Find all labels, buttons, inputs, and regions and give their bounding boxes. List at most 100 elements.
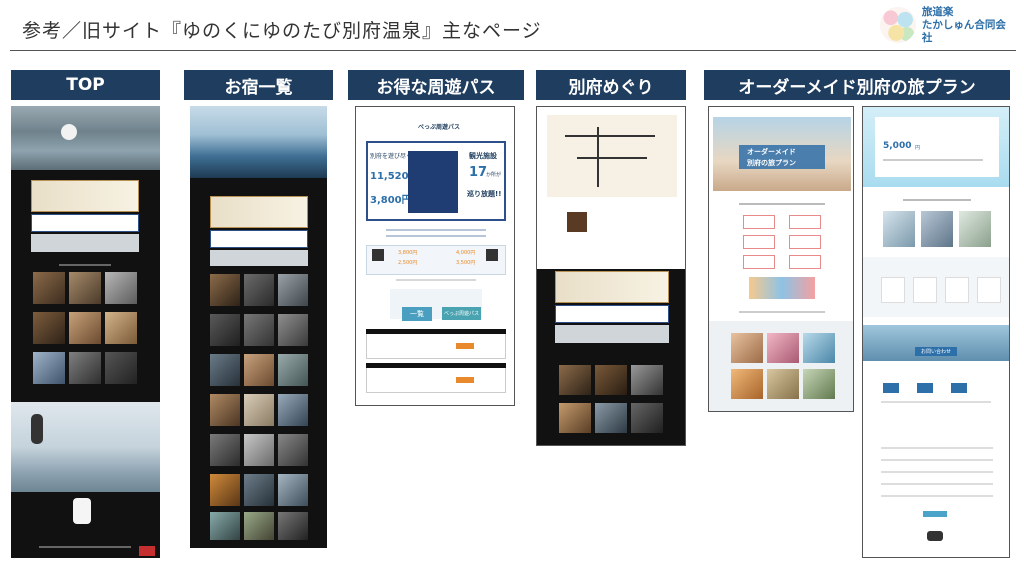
inn-thumbnail[interactable] — [244, 394, 274, 426]
footer-logo-icon — [927, 531, 943, 541]
footer-logo-icon — [73, 498, 91, 524]
plan-photo[interactable] — [803, 369, 835, 399]
inn-thumbnail[interactable] — [278, 354, 308, 386]
plan-banner[interactable] — [555, 271, 669, 303]
plan-intro — [739, 203, 825, 205]
title-rule — [10, 50, 1016, 51]
info-card-button[interactable] — [456, 343, 474, 349]
hero-logo-icon — [61, 124, 77, 140]
plan-photo[interactable] — [731, 333, 763, 363]
pass-price-table — [366, 245, 506, 275]
inn-thumbnail[interactable] — [278, 274, 308, 306]
banner-strip — [31, 234, 139, 252]
slide-title: 参考／旧サイト『ゆのくにゆのたび別府温泉』主なページ — [22, 20, 542, 42]
pass-banner[interactable] — [555, 305, 669, 323]
inn-thumbnail[interactable] — [278, 512, 308, 540]
inn-thumbnail[interactable] — [244, 434, 274, 466]
faq-item[interactable] — [881, 447, 993, 449]
inn-thumbnail[interactable] — [210, 512, 240, 540]
qr-code-icon[interactable] — [486, 249, 498, 261]
inn-thumbnail[interactable] — [210, 354, 240, 386]
inn-thumbnail[interactable] — [244, 474, 274, 506]
map-road — [577, 157, 647, 159]
faq-item[interactable] — [881, 495, 993, 497]
inn-thumbnail[interactable] — [278, 474, 308, 506]
more-button[interactable] — [923, 511, 947, 517]
info-card-button[interactable] — [456, 377, 474, 383]
beppu-tour-page-screenshot — [536, 106, 686, 446]
pass-banner[interactable] — [31, 214, 139, 232]
travel-plan-page-screenshot: オーダーメイド 別府の旅プラン — [708, 106, 854, 412]
feature-box — [789, 235, 821, 249]
plan-photo[interactable] — [731, 369, 763, 399]
banner-strip — [210, 250, 308, 266]
travel-plan-detail-screenshot: 5,000 円 お問い合わせ — [862, 106, 1010, 558]
feature-card — [945, 277, 969, 303]
spot-photo[interactable] — [567, 212, 587, 232]
plan-photo[interactable] — [767, 333, 799, 363]
inn-thumbnail[interactable] — [278, 434, 308, 466]
inn-thumbnail[interactable] — [244, 354, 274, 386]
plan-banner[interactable] — [31, 180, 139, 212]
price-a1: 3,800円 — [398, 250, 418, 256]
plan-title-main: 別府の旅プラン — [747, 159, 796, 167]
inn-thumbnail[interactable] — [69, 352, 101, 384]
inn-thumbnail[interactable] — [559, 365, 591, 395]
inn-thumbnail[interactable] — [244, 512, 274, 540]
logo-line1: 旅道楽 — [921, 5, 954, 18]
red-badge[interactable] — [139, 546, 155, 556]
inn-thumbnail[interactable] — [210, 314, 240, 346]
plan-title-top: オーダーメイド — [747, 148, 796, 156]
pass-banner[interactable] — [210, 230, 308, 248]
inn-thumbnail[interactable] — [595, 365, 627, 395]
inn-thumbnail[interactable] — [69, 272, 101, 304]
inn-thumbnail[interactable] — [210, 434, 240, 466]
plan-photo[interactable] — [803, 333, 835, 363]
pass-count: 17 — [469, 165, 488, 180]
plan-photo[interactable] — [767, 369, 799, 399]
staff-photo[interactable] — [921, 211, 953, 247]
column-header-top: TOP — [11, 70, 160, 100]
faq-item[interactable] — [881, 459, 993, 461]
inn-thumbnail[interactable] — [33, 312, 65, 344]
map-road — [597, 127, 599, 187]
qr-code-icon[interactable] — [372, 249, 384, 261]
faq-item[interactable] — [881, 483, 993, 485]
inn-thumbnail[interactable] — [69, 312, 101, 344]
inn-thumbnail[interactable] — [244, 314, 274, 346]
inn-thumbnail[interactable] — [278, 394, 308, 426]
top-page-screenshot — [11, 106, 160, 558]
pass-brand: べっぷ周遊パス — [418, 124, 461, 131]
inn-thumbnail[interactable] — [105, 272, 137, 304]
inn-thumbnail[interactable] — [631, 365, 663, 395]
inn-thumbnail[interactable] — [244, 274, 274, 306]
inn-thumbnail[interactable] — [105, 312, 137, 344]
banner-strip — [555, 325, 669, 343]
faq-item[interactable] — [881, 471, 993, 473]
inn-thumbnail[interactable] — [33, 272, 65, 304]
pass-button[interactable]: べっぷ周遊パス — [442, 307, 482, 320]
inn-thumbnail[interactable] — [631, 403, 663, 433]
inn-thumbnail[interactable] — [210, 274, 240, 306]
inn-thumbnail[interactable] — [105, 352, 137, 384]
staff-photo[interactable] — [883, 211, 915, 247]
contact-button[interactable]: お問い合わせ — [915, 347, 958, 356]
staff-photo[interactable] — [959, 211, 991, 247]
inn-thumbnail[interactable] — [33, 352, 65, 384]
inn-thumbnail[interactable] — [278, 314, 308, 346]
inn-thumbnail[interactable] — [210, 474, 240, 506]
inn-thumbnail[interactable] — [595, 403, 627, 433]
step-icon — [917, 383, 933, 393]
info-card-header — [366, 329, 506, 334]
hero-sea-image — [190, 106, 327, 178]
column-header-beppu-tour: 別府めぐり — [536, 70, 686, 100]
column-header-travel-plan: オーダーメイド別府の旅プラン — [704, 70, 1010, 100]
vertical-logo-icon — [31, 414, 43, 444]
footer-links[interactable] — [39, 546, 131, 548]
feature-box — [743, 235, 775, 249]
plan-banner[interactable] — [210, 196, 308, 228]
list-button[interactable]: 一覧 — [402, 307, 432, 321]
inn-thumbnail[interactable] — [559, 403, 591, 433]
illustrated-map — [547, 115, 677, 197]
inn-thumbnail[interactable] — [210, 394, 240, 426]
